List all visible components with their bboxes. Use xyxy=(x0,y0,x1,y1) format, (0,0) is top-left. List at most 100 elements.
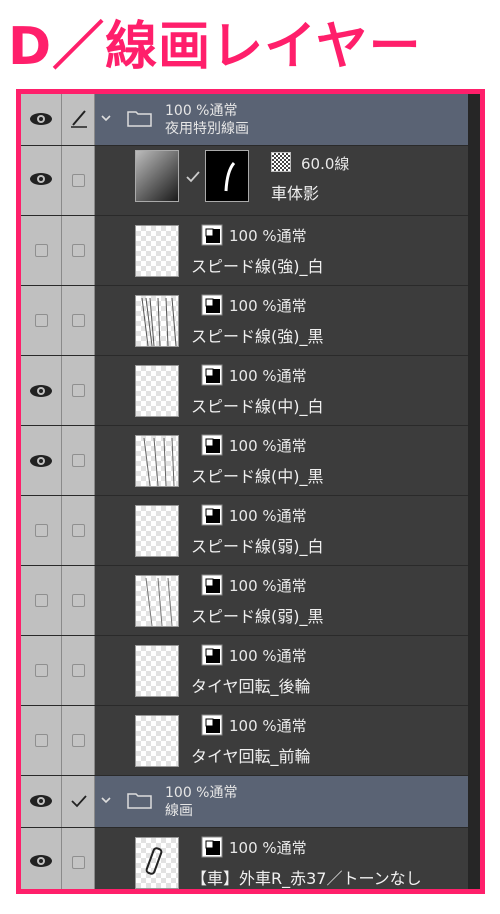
layer-thumbnail xyxy=(135,295,179,347)
layer-row-content[interactable]: 100 %通常 スピード線(中)_白 xyxy=(95,356,468,425)
layer-opacity-blend: 100 %通常 xyxy=(229,577,307,595)
edit-checkbox[interactable] xyxy=(72,384,85,397)
layer-name: スピード線(弱)_黒 xyxy=(191,607,324,626)
layer-opacity-blend: 100 %通常 xyxy=(229,367,307,385)
layer-row-content[interactable]: 100 %通常 タイヤ回転_前輪 xyxy=(95,706,468,775)
eye-icon[interactable] xyxy=(29,112,53,126)
edit-checkbox[interactable] xyxy=(72,454,85,467)
folder-row-content[interactable]: 100 %通常 夜用特別線画 xyxy=(95,94,468,145)
pen-icon[interactable] xyxy=(69,108,89,128)
layer-thumbnail xyxy=(135,715,179,767)
layer-color-icon xyxy=(201,574,223,596)
layer-thumbnail xyxy=(135,150,179,202)
layer-thumbnail xyxy=(135,837,179,889)
layer-name: タイヤ回転_前輪 xyxy=(191,747,311,766)
chevron-down-icon[interactable] xyxy=(100,112,112,124)
layer-name: スピード線(強)_黒 xyxy=(191,327,324,346)
layer-row-content[interactable]: 100 %通常 スピード線(中)_黒 xyxy=(95,426,468,495)
layer-row-body-shadow[interactable]: 60.0線 車体影 xyxy=(21,146,468,216)
layer-row[interactable]: 100 %通常 スピード線(弱)_白 xyxy=(21,496,468,566)
layer-thumbnail xyxy=(135,505,179,557)
layer-thumbnail xyxy=(135,435,179,487)
folder-name: 夜用特別線画 xyxy=(165,121,249,137)
layer-name: 車体影 xyxy=(271,184,320,203)
layer-list: 100 %通常 夜用特別線画 60.0線 車体影 100 %通常 スピード線(強… xyxy=(21,94,468,889)
visibility-checkbox[interactable] xyxy=(35,734,48,747)
edit-checkbox[interactable] xyxy=(72,734,85,747)
eye-icon[interactable] xyxy=(29,172,53,186)
chevron-down-icon[interactable] xyxy=(100,794,112,806)
eye-icon[interactable] xyxy=(29,384,53,398)
layer-row-content[interactable]: 100 %通常 スピード線(弱)_黒 xyxy=(95,566,468,635)
layer-row-content[interactable]: 100 %通常 スピード線(強)_白 xyxy=(95,216,468,285)
visibility-checkbox[interactable] xyxy=(35,594,48,607)
layer-panel: 100 %通常 夜用特別線画 60.0線 車体影 100 %通常 スピード線(強… xyxy=(16,89,485,894)
edit-checkbox[interactable] xyxy=(72,314,85,327)
folder-icon xyxy=(127,111,152,127)
layer-color-icon xyxy=(201,504,223,526)
layer-thumbnail xyxy=(135,225,179,277)
layer-mask-thumbnail xyxy=(205,150,249,202)
layer-row[interactable]: 100 %通常 スピード線(弱)_黒 xyxy=(21,566,468,636)
layer-color-icon xyxy=(201,644,223,666)
visibility-checkbox[interactable] xyxy=(35,664,48,677)
layer-opacity-blend: 100 %通常 xyxy=(229,297,307,315)
layer-opacity-blend: 100 %通常 xyxy=(229,437,307,455)
layer-color-icon xyxy=(201,224,223,246)
visibility-checkbox[interactable] xyxy=(35,524,48,537)
layer-name: スピード線(強)_白 xyxy=(191,257,324,276)
folder-opacity-blend: 100 %通常 xyxy=(165,785,238,801)
layer-row-content[interactable]: 60.0線 車体影 xyxy=(95,146,468,215)
layer-thumbnail xyxy=(135,645,179,697)
check-icon[interactable] xyxy=(69,793,89,809)
edit-checkbox[interactable] xyxy=(72,244,85,257)
layer-color-icon xyxy=(201,294,223,316)
layer-row[interactable]: 100 %通常 【車】外車R_赤37／トーンなし xyxy=(21,828,468,889)
edit-checkbox[interactable] xyxy=(72,856,85,869)
visibility-checkbox[interactable] xyxy=(35,244,48,257)
layer-color-icon xyxy=(201,714,223,736)
folder-row-content[interactable]: 100 %通常 線画 xyxy=(95,776,468,827)
layer-thumbnail xyxy=(135,365,179,417)
eye-icon[interactable] xyxy=(29,854,53,868)
layer-opacity-blend: 100 %通常 xyxy=(229,839,307,857)
visibility-checkbox[interactable] xyxy=(35,314,48,327)
edit-checkbox[interactable] xyxy=(72,524,85,537)
page-title: D／線画レイヤー xyxy=(8,17,422,77)
layer-name: スピード線(中)_白 xyxy=(191,397,324,416)
layer-color-icon xyxy=(201,836,223,858)
layer-row[interactable]: 100 %通常 タイヤ回転_後輪 xyxy=(21,636,468,706)
layer-row-content[interactable]: 100 %通常 タイヤ回転_後輪 xyxy=(95,636,468,705)
edit-checkbox[interactable] xyxy=(72,664,85,677)
eye-icon[interactable] xyxy=(29,454,53,468)
layer-name: 【車】外車R_赤37／トーンなし xyxy=(191,869,422,888)
layer-row-content[interactable]: 100 %通常 スピード線(弱)_白 xyxy=(95,496,468,565)
check-icon xyxy=(186,171,200,183)
layer-name: スピード線(弱)_白 xyxy=(191,537,324,556)
layer-row[interactable]: 100 %通常 スピード線(中)_黒 xyxy=(21,426,468,496)
layer-opacity-blend: 100 %通常 xyxy=(229,647,307,665)
eye-icon[interactable] xyxy=(29,794,53,808)
layer-opacity-blend: 100 %通常 xyxy=(229,507,307,525)
edit-checkbox[interactable] xyxy=(72,174,85,187)
folder-opacity-blend: 100 %通常 xyxy=(165,103,238,119)
folder-name: 線画 xyxy=(165,803,193,819)
edit-checkbox[interactable] xyxy=(72,594,85,607)
layer-color-icon xyxy=(201,434,223,456)
layer-opacity-blend: 100 %通常 xyxy=(229,227,307,245)
layer-row[interactable]: 100 %通常 スピード線(中)_白 xyxy=(21,356,468,426)
layer-row[interactable]: 100 %通常 スピード線(強)_黒 xyxy=(21,286,468,356)
folder-row-lineart[interactable]: 100 %通常 線画 xyxy=(21,776,468,828)
layer-row-content[interactable]: 100 %通常 スピード線(強)_黒 xyxy=(95,286,468,355)
folder-row-night-lineart[interactable]: 100 %通常 夜用特別線画 xyxy=(21,94,468,146)
layer-row[interactable]: 100 %通常 タイヤ回転_前輪 xyxy=(21,706,468,776)
layer-row-content[interactable]: 100 %通常 【車】外車R_赤37／トーンなし xyxy=(95,828,468,889)
layer-color-icon xyxy=(201,364,223,386)
layer-row[interactable]: 100 %通常 スピード線(強)_白 xyxy=(21,216,468,286)
tone-icon xyxy=(271,152,291,172)
tone-lines: 60.0線 xyxy=(301,155,350,173)
layer-name: スピード線(中)_黒 xyxy=(191,467,324,486)
scrollbar[interactable] xyxy=(468,94,480,889)
folder-icon xyxy=(127,793,152,809)
layer-thumbnail xyxy=(135,575,179,627)
